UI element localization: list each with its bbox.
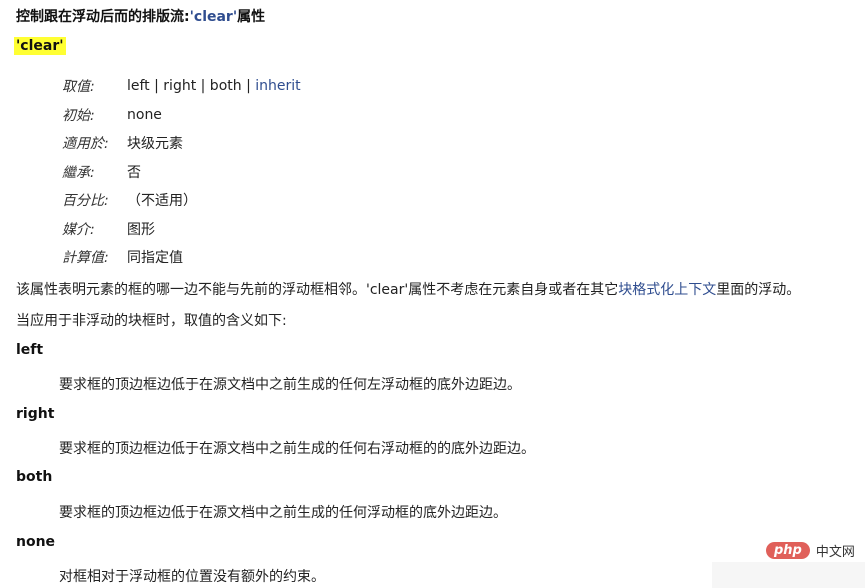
inherit-link[interactable]: inherit bbox=[255, 78, 300, 94]
value-desc-both: 要求框的顶边框边低于在源文档中之前生成的任何浮动框的底外边距边。 bbox=[59, 505, 507, 521]
def-label: 繼承: bbox=[62, 164, 95, 181]
def-row-computed: 計算值: 同指定值 bbox=[62, 243, 301, 272]
def-row-inherited: 繼承: 否 bbox=[62, 158, 301, 187]
title-code: 'clear' bbox=[189, 9, 238, 25]
def-value: 块级元素 bbox=[127, 136, 183, 153]
def-value: 否 bbox=[127, 164, 141, 181]
def-label: 適用於: bbox=[62, 136, 109, 153]
paragraph-text: 该属性表明元素的框的哪一边不能与先前的浮动框相邻。'clear'属性不考虑在元素… bbox=[16, 282, 619, 298]
value-term-both: both bbox=[16, 469, 53, 485]
def-label: 媒介: bbox=[62, 221, 95, 238]
def-value: left | right | both | inherit bbox=[127, 78, 301, 94]
def-label: 初始: bbox=[62, 107, 95, 124]
def-label: 計算值: bbox=[62, 250, 109, 267]
def-value: （不适用） bbox=[127, 193, 197, 210]
def-row-applies-to: 適用於: 块级元素 bbox=[62, 129, 301, 158]
title-prefix: 控制跟在浮动后而的排版流: bbox=[16, 9, 190, 25]
property-definition-table: 取值: left | right | both | inherit 初始: no… bbox=[62, 72, 301, 272]
def-row-percentages: 百分比: （不适用） bbox=[62, 186, 301, 215]
value-term-none: none bbox=[16, 534, 56, 550]
def-row-media: 媒介: 图形 bbox=[62, 215, 301, 244]
def-value: 同指定值 bbox=[127, 250, 183, 267]
section-title: 控制跟在浮动后而的排版流:'clear'属性 bbox=[16, 6, 265, 26]
title-suffix: 属性 bbox=[237, 9, 266, 25]
block-formatting-context-link[interactable]: 块格式化上下文 bbox=[618, 282, 716, 298]
document-page: 控制跟在浮动后而的排版流:'clear'属性 'clear' 取值: left … bbox=[0, 0, 865, 588]
watermark-band bbox=[712, 562, 865, 588]
value-desc-right: 要求框的顶边框边低于在源文档中之前生成的任何右浮动框的的底外边距边。 bbox=[59, 441, 535, 457]
def-value: none bbox=[127, 106, 162, 123]
value-desc-none: 对框相对于浮动框的位置没有额外的约束。 bbox=[59, 569, 325, 585]
def-value: 图形 bbox=[127, 221, 155, 238]
paragraph-suffix: 里面的浮动。 bbox=[716, 282, 801, 298]
def-row-values: 取值: left | right | both | inherit bbox=[62, 72, 301, 101]
watermark-text: 中文网 bbox=[815, 545, 855, 560]
php-logo-icon: php bbox=[766, 542, 810, 559]
def-row-initial: 初始: none bbox=[62, 101, 301, 130]
value-desc-left: 要求框的顶边框边低于在源文档中之前生成的任何左浮动框的底外边距边。 bbox=[59, 377, 521, 393]
values-intro: 当应用于非浮动的块框时，取值的含义如下: bbox=[16, 313, 287, 329]
value-term-left: left bbox=[16, 342, 44, 358]
property-name-highlight: 'clear' bbox=[14, 37, 66, 55]
description-paragraph: 该属性表明元素的框的哪一边不能与先前的浮动框相邻。'clear'属性不考虑在元素… bbox=[16, 279, 800, 299]
def-value-text: left | right | both | bbox=[127, 78, 256, 95]
php-watermark: php 中文网 bbox=[766, 541, 855, 560]
def-label: 取值: bbox=[62, 79, 95, 96]
value-term-right: right bbox=[16, 406, 55, 422]
def-label: 百分比: bbox=[62, 193, 109, 210]
